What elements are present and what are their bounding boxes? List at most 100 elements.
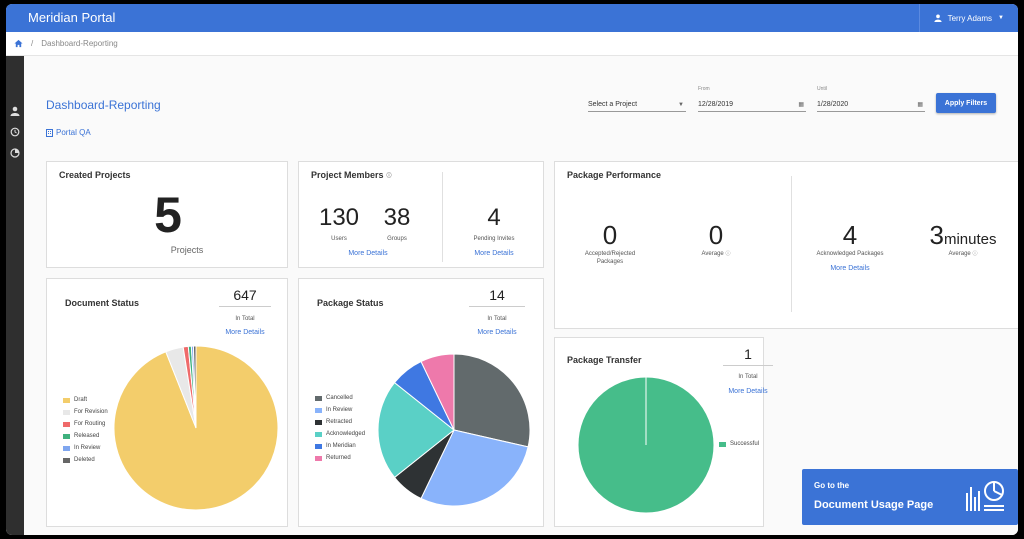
- from-date-label: From: [698, 86, 710, 92]
- info-icon[interactable]: ⓘ: [972, 251, 977, 257]
- more-details-link[interactable]: More Details: [467, 329, 527, 336]
- average-label: Average ⓘ: [681, 250, 751, 258]
- legend-item[interactable]: Cancelled: [315, 392, 365, 404]
- project-select[interactable]: Select a Project ▼: [588, 94, 686, 112]
- total-value: 647: [233, 287, 257, 303]
- average-time-number: 3: [929, 220, 944, 250]
- user-name: Terry Adams: [947, 13, 993, 23]
- groups-value: 38: [383, 204, 411, 231]
- divider: [791, 176, 792, 312]
- divider: [469, 306, 525, 307]
- legend-swatch: [315, 443, 322, 449]
- accepted-label-line2: Packages: [596, 259, 624, 265]
- document-status-card: Document Status 647 In Total More Detail…: [46, 278, 288, 527]
- user-icon[interactable]: [10, 106, 20, 116]
- apply-filters-button[interactable]: Apply Filters: [936, 93, 996, 113]
- more-details-link[interactable]: More Details: [449, 250, 539, 257]
- total-label: In Total: [487, 316, 507, 322]
- total-value: 14: [489, 287, 505, 303]
- info-icon[interactable]: ⓘ: [725, 251, 730, 257]
- card-title: Package Status: [317, 298, 384, 308]
- card-title: Created Projects: [59, 170, 131, 180]
- legend-label: Released: [74, 433, 100, 439]
- calendar-icon[interactable]: ▦: [798, 101, 804, 108]
- page-title: Dashboard-Reporting: [46, 98, 161, 112]
- legend-label: Acknowledged: [326, 431, 366, 437]
- home-icon[interactable]: [14, 39, 23, 48]
- calendar-icon[interactable]: ▦: [917, 101, 923, 108]
- app-window: Meridian Portal Terry Adams ▼ / Dashboar…: [6, 4, 1018, 535]
- main-content: Dashboard-Reporting Portal QA Select a P…: [24, 56, 1018, 535]
- legend-item[interactable]: Successful: [719, 438, 759, 450]
- legend-item[interactable]: For Routing: [63, 418, 108, 430]
- package-transfer-card: Package Transfer 1 In Total More Details…: [554, 337, 773, 527]
- legend-swatch: [63, 433, 70, 439]
- legend-label: In Review: [326, 407, 353, 413]
- total-label: In Total: [235, 316, 255, 322]
- more-details-link[interactable]: More Details: [805, 265, 895, 272]
- divider: [219, 306, 271, 307]
- top-bar: Meridian Portal Terry Adams ▼: [6, 4, 1018, 32]
- until-date-value: 1/28/2020: [817, 101, 849, 108]
- total-value: 1: [744, 346, 752, 362]
- package-transfer-pie: [577, 376, 715, 514]
- more-details-link[interactable]: More Details: [329, 250, 407, 257]
- until-date-field[interactable]: Until 1/28/2020 ▦: [817, 86, 925, 112]
- package-status-pie: [377, 353, 531, 507]
- document-usage-button[interactable]: Go to the Document Usage Page: [802, 469, 1018, 525]
- legend-swatch: [63, 397, 70, 403]
- legend-label: Deleted: [74, 457, 95, 463]
- created-projects-card: Created Projects 5 Projects: [46, 161, 288, 268]
- user-menu[interactable]: Terry Adams ▼: [918, 4, 1018, 32]
- divider: [442, 172, 443, 262]
- app-title[interactable]: Meridian Portal: [28, 10, 115, 25]
- average-value: 0: [708, 220, 724, 250]
- legend-item[interactable]: Acknowledged: [315, 428, 365, 440]
- legend-item[interactable]: Deleted: [63, 454, 108, 466]
- legend-label: For Revision: [74, 409, 108, 415]
- legend-label: Cancelled: [326, 395, 353, 401]
- from-date-value: 12/28/2019: [698, 101, 734, 108]
- from-date-field[interactable]: From 12/28/2019 ▦: [698, 86, 806, 112]
- card-title: Package Transfer: [567, 355, 642, 365]
- breadcrumb: / Dashboard-Reporting: [6, 32, 1018, 56]
- legend-label: Draft: [74, 397, 88, 403]
- legend-label: For Routing: [74, 421, 106, 427]
- user-icon: [933, 14, 942, 22]
- analytics-icon: [966, 481, 1004, 511]
- more-details-link[interactable]: More Details: [721, 388, 775, 395]
- average-label-text: Average: [701, 251, 724, 257]
- history-icon[interactable]: [10, 127, 20, 137]
- project-link[interactable]: Portal QA: [46, 128, 91, 137]
- info-icon[interactable]: ⓘ: [387, 172, 392, 179]
- legend-item[interactable]: Draft: [63, 394, 108, 406]
- card-title: Package Performance: [567, 170, 662, 180]
- legend-item[interactable]: For Revision: [63, 406, 108, 418]
- pending-label: Pending Invites: [473, 236, 515, 242]
- average-time-label: Average ⓘ: [925, 250, 1001, 258]
- project-select-value: Select a Project: [588, 101, 638, 108]
- total-label: In Total: [738, 374, 758, 380]
- document-status-legend: Draft For Revision For Routing Released In R…: [63, 394, 108, 466]
- caret-down-icon: ▼: [678, 102, 684, 108]
- legend-item[interactable]: In Review: [315, 404, 365, 416]
- project-link-label: Portal QA: [56, 128, 91, 137]
- caret-down-icon: ▼: [998, 15, 1004, 21]
- accepted-label: Accepted/Rejected Packages: [569, 250, 651, 266]
- acknowledged-value: 4: [842, 220, 858, 250]
- legend-item[interactable]: Released: [63, 430, 108, 442]
- more-details-link[interactable]: More Details: [217, 329, 273, 336]
- pie-chart-icon[interactable]: [10, 148, 20, 158]
- legend-item[interactable]: In Meridian: [315, 440, 365, 452]
- users-label: Users: [331, 236, 347, 242]
- until-date-label: Until: [817, 86, 828, 92]
- legend-swatch: [63, 445, 70, 451]
- pending-value: 4: [487, 204, 501, 231]
- accepted-value: 0: [602, 220, 618, 250]
- legend-item[interactable]: In Review: [63, 442, 108, 454]
- package-performance-card: Package Performance 0 Accepted/Rejected …: [554, 161, 1018, 329]
- legend-item[interactable]: Retracted: [315, 416, 365, 428]
- breadcrumb-separator: /: [31, 39, 34, 48]
- legend-swatch: [63, 457, 70, 463]
- legend-item[interactable]: Returned: [315, 452, 365, 464]
